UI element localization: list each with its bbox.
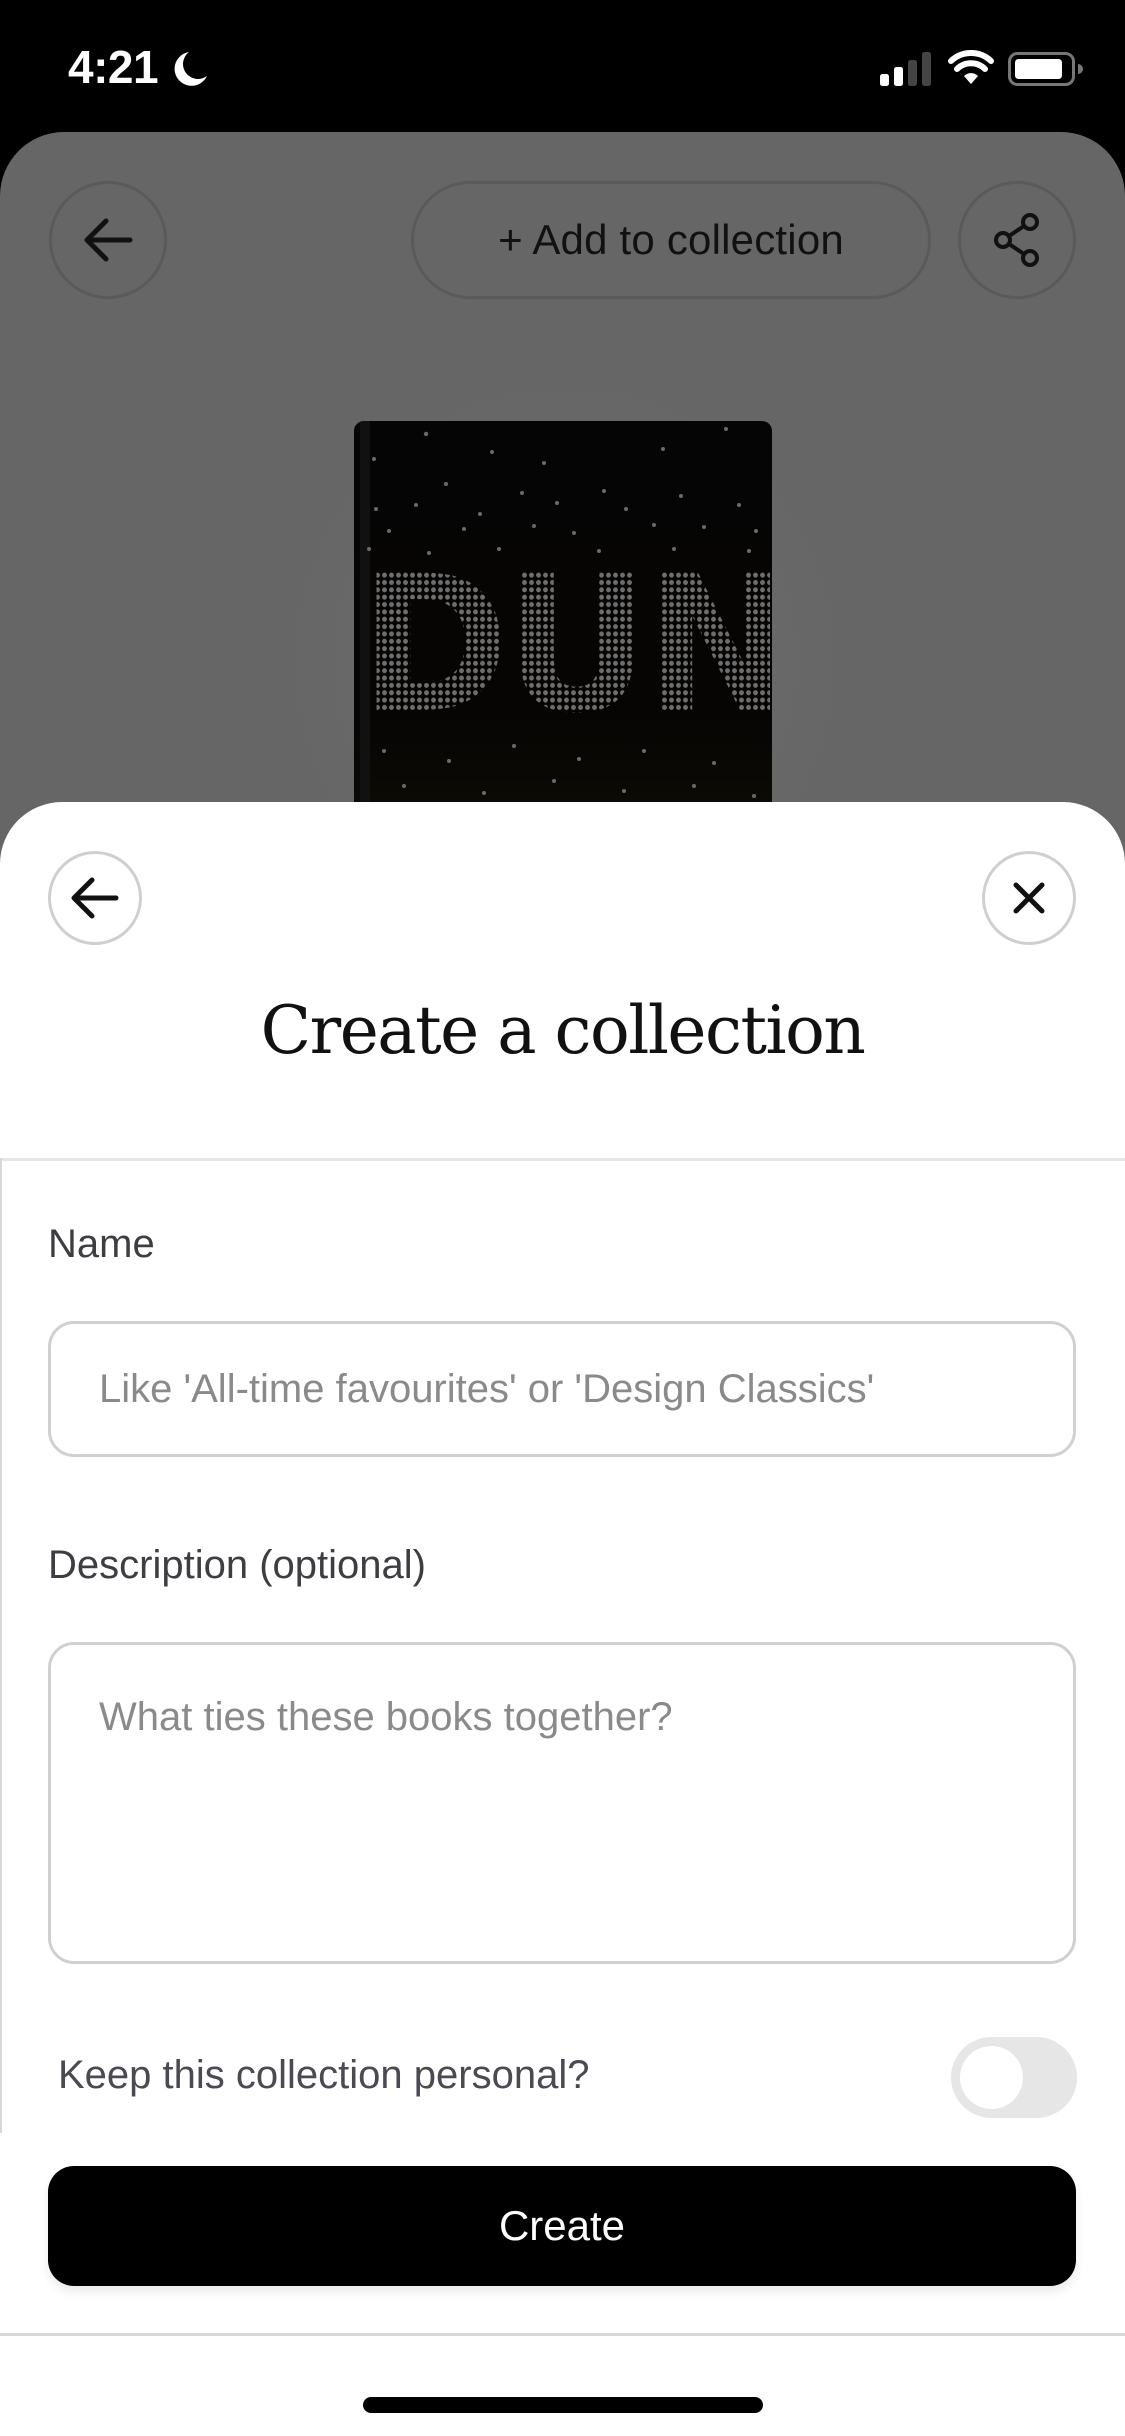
sheet-back-button[interactable] xyxy=(48,851,142,945)
close-icon xyxy=(1013,882,1045,914)
status-time: 4:21 xyxy=(68,41,159,93)
personal-toggle-label: Keep this collection personal? xyxy=(58,2053,590,2097)
background-back-button[interactable] xyxy=(49,181,167,299)
divider xyxy=(0,2333,1125,2336)
close-button[interactable] xyxy=(982,851,1076,945)
cellular-signal-icon xyxy=(880,52,931,86)
arrow-left-icon xyxy=(71,877,119,919)
name-label: Name xyxy=(48,1222,155,1266)
personal-toggle[interactable] xyxy=(951,2037,1077,2118)
add-to-collection-label: + Add to collection xyxy=(498,216,844,263)
book-cover-title: DUNE xyxy=(360,551,772,740)
create-collection-sheet: Create a collection Name Description (op… xyxy=(0,802,1125,2436)
add-to-collection-button[interactable]: + Add to collection xyxy=(411,181,931,299)
wifi-icon xyxy=(948,50,994,84)
divider xyxy=(0,1158,1125,1161)
arrow-left-icon xyxy=(84,218,133,262)
home-indicator[interactable] xyxy=(363,2397,763,2413)
book-cover[interactable]: DUNE xyxy=(354,421,772,841)
share-button[interactable] xyxy=(958,181,1076,299)
toggle-knob xyxy=(960,2046,1023,2109)
battery-icon xyxy=(1008,52,1083,86)
sheet-edge xyxy=(0,1158,2,2133)
sheet-title: Create a collection xyxy=(260,992,866,1069)
status-bar: 4:21 xyxy=(0,0,1125,132)
share-icon xyxy=(994,213,1039,267)
moon-icon xyxy=(174,52,207,86)
description-input[interactable] xyxy=(48,1642,1076,1964)
description-label: Description (optional) xyxy=(48,1543,426,1587)
create-button[interactable]: Create xyxy=(48,2166,1076,2286)
name-input[interactable] xyxy=(48,1321,1076,1457)
